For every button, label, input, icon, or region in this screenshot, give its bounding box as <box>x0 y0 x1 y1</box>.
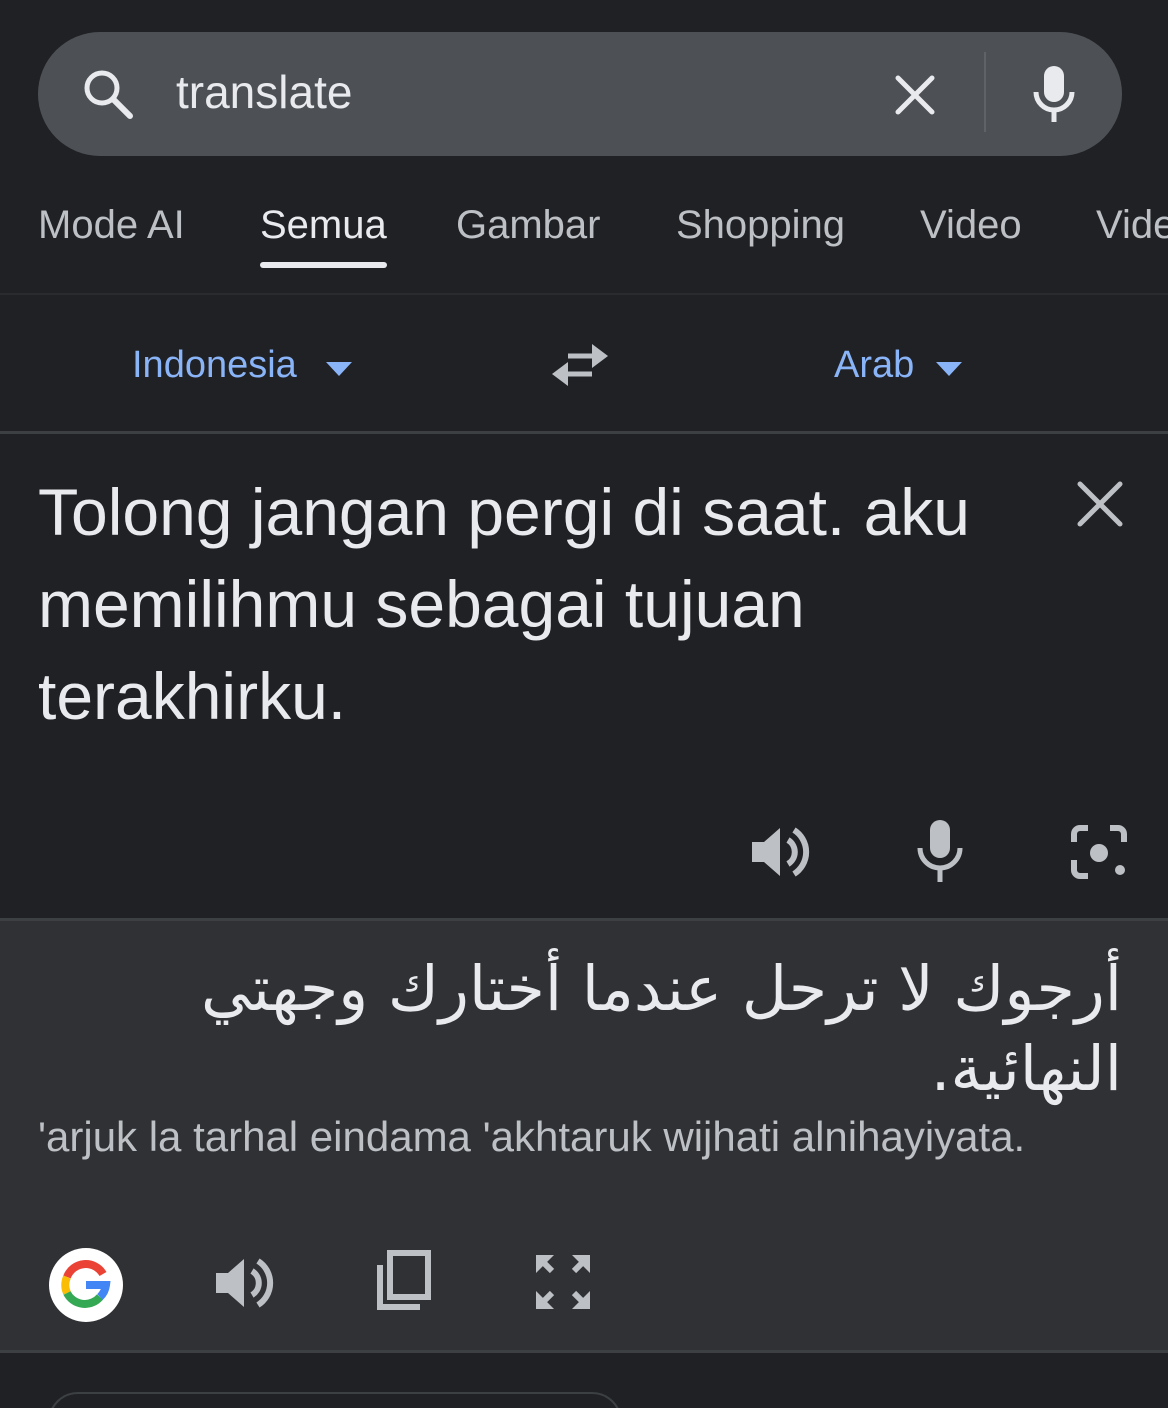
microphone-icon[interactable] <box>914 818 966 884</box>
tab-video[interactable]: Video <box>920 200 1022 250</box>
search-icon[interactable] <box>80 66 136 122</box>
speaker-icon[interactable] <box>212 1251 276 1315</box>
tabs-divider <box>0 293 1168 295</box>
tab-shopping[interactable]: Shopping <box>676 200 845 250</box>
active-tab-indicator <box>260 262 387 268</box>
chevron-down-icon[interactable] <box>324 360 354 378</box>
source-language-selector[interactable]: Indonesia <box>132 340 297 390</box>
tab-video-2[interactable]: Vide <box>1096 200 1168 250</box>
speaker-icon[interactable] <box>748 820 812 884</box>
search-bar-divider <box>984 52 986 132</box>
language-row-divider <box>0 431 1168 434</box>
google-translate-page: translate Mode AI Semua Gambar Shopping … <box>0 0 1168 1408</box>
target-language-selector[interactable]: Arab <box>834 340 914 390</box>
translation-result-panel: أرجوك لا ترحل عندما أختارك وجهتي النهائي… <box>0 918 1168 1353</box>
google-logo-icon[interactable] <box>48 1247 124 1323</box>
voice-search-mic-icon[interactable] <box>1026 62 1082 126</box>
tab-gambar[interactable]: Gambar <box>456 200 601 250</box>
translation-result-text: أرجوك لا ترحل عندما أختارك وجهتي النهائي… <box>200 952 1122 1105</box>
clear-search-icon[interactable] <box>890 70 940 120</box>
chevron-down-icon[interactable] <box>934 360 964 378</box>
source-text-input[interactable]: Tolong jangan pergi di saat. aku memilih… <box>38 466 1048 742</box>
next-result-card[interactable] <box>48 1392 622 1408</box>
fullscreen-icon[interactable] <box>532 1251 594 1313</box>
search-tabs: Mode AI Semua Gambar Shopping Video Vide <box>0 180 1168 290</box>
transliteration-text: 'arjuk la tarhal eindama 'akhtaruk wijha… <box>38 1113 1026 1160</box>
search-input[interactable]: translate <box>176 62 352 122</box>
camera-lens-icon[interactable] <box>1068 822 1130 882</box>
tab-semua[interactable]: Semua <box>260 200 387 250</box>
copy-icon[interactable] <box>372 1249 432 1315</box>
bottom-divider <box>0 1350 1168 1353</box>
swap-languages-icon[interactable] <box>550 340 610 390</box>
tab-mode-ai[interactable]: Mode AI <box>38 200 185 250</box>
clear-source-icon[interactable] <box>1074 478 1126 530</box>
